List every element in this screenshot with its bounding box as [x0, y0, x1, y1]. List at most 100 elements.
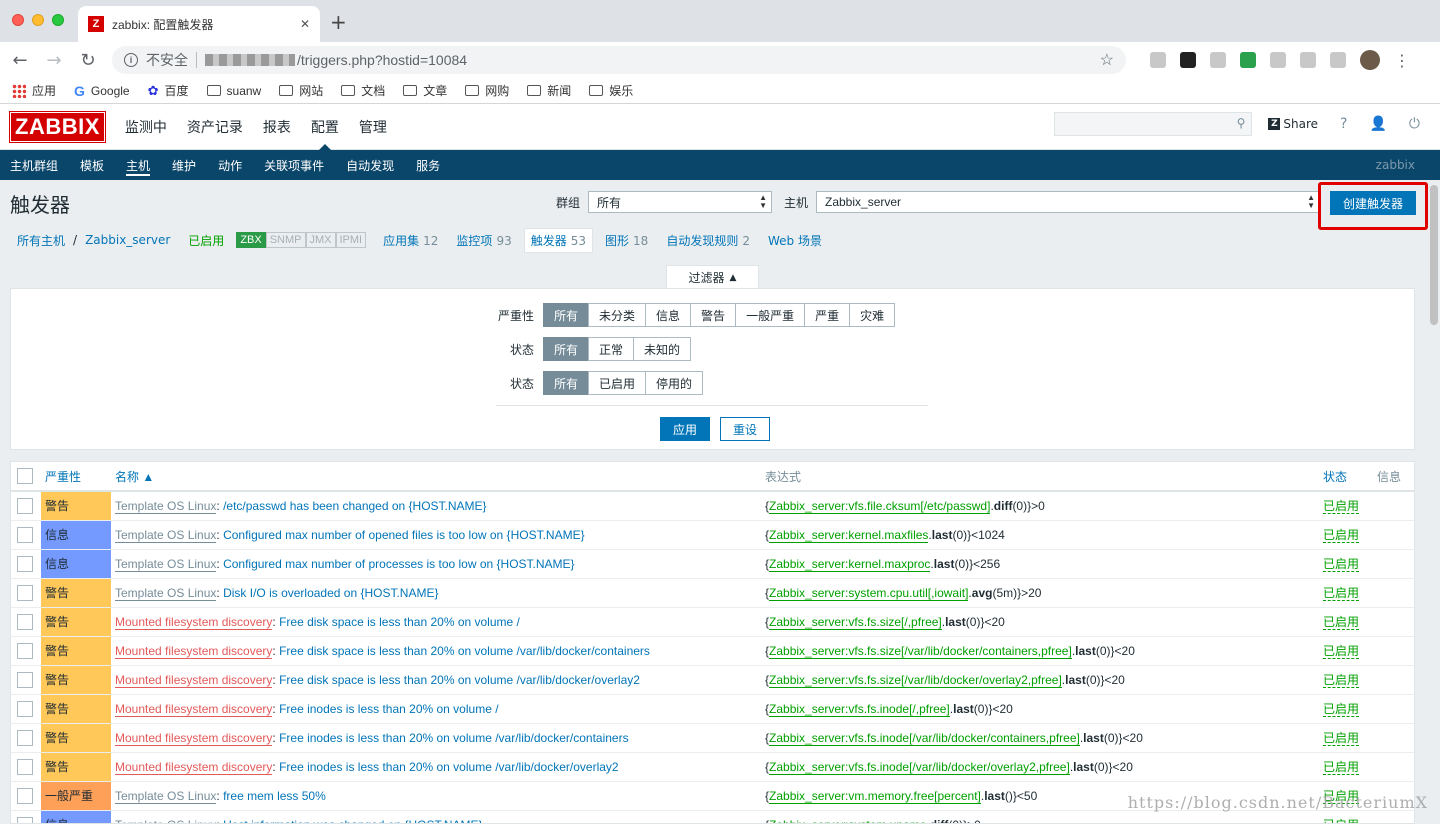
hostnav-items[interactable]: 监控项 93	[456, 232, 511, 249]
status-toggle[interactable]: 已启用	[1323, 760, 1360, 775]
bookmark-folder[interactable]: 娱乐	[589, 82, 633, 99]
trigger-name-link[interactable]: Free disk space is less than 20% on volu…	[279, 673, 640, 687]
item-key-link[interactable]: Zabbix_server:vfs.fs.size[/,pfree]	[769, 614, 942, 630]
search-icon[interactable]: ⚲	[1237, 116, 1246, 130]
menu-monitoring[interactable]: 监测中	[115, 104, 177, 150]
create-trigger-button[interactable]: 创建触发器	[1329, 191, 1416, 215]
hostnav-graphs[interactable]: 图形 18	[605, 232, 648, 249]
all-hosts-link[interactable]: 所有主机	[17, 232, 65, 249]
apply-button[interactable]: 应用	[660, 417, 711, 441]
row-checkbox[interactable]	[17, 700, 33, 717]
row-checkbox[interactable]	[17, 526, 33, 543]
template-link[interactable]: Template OS Linux	[115, 817, 217, 823]
zabbix-logo[interactable]: ZABBIX	[9, 110, 106, 143]
browser-tab[interactable]: Z zabbix: 配置触发器 ✕	[78, 6, 320, 42]
trigger-name-link[interactable]: /etc/passwd has been changed on {HOST.NA…	[223, 499, 487, 513]
col-name[interactable]: 名称 ▲	[111, 462, 761, 492]
share-link[interactable]: Z Share	[1268, 117, 1318, 131]
bookmark-folder[interactable]: 网站	[279, 82, 323, 99]
bookmark-baidu[interactable]: ✿ 百度	[148, 82, 189, 99]
submenu-hostgroups[interactable]: 主机群组	[10, 150, 58, 180]
status-toggle[interactable]: 已启用	[1323, 731, 1360, 746]
browser-menu-icon[interactable]: ⋮	[1394, 51, 1410, 70]
extension-1-icon[interactable]	[1150, 52, 1166, 68]
group-select[interactable]: 所有 ▲ ▼	[587, 191, 772, 213]
trigger-name-link[interactable]: Free disk space is less than 20% on volu…	[279, 644, 650, 658]
item-key-link[interactable]: Zabbix_server:kernel.maxproc	[769, 556, 931, 572]
user-icon[interactable]: 👤	[1369, 116, 1386, 132]
extension-2-icon[interactable]	[1180, 52, 1196, 68]
trigger-name-link[interactable]: Free inodes is less than 20% on volume /…	[279, 731, 629, 745]
status-toggle[interactable]: 已启用	[1323, 586, 1360, 601]
item-key-link[interactable]: Zabbix_server:vfs.fs.inode[/var/lib/dock…	[769, 759, 1070, 775]
page-scrollbar[interactable]	[1430, 185, 1438, 325]
bookmark-apps[interactable]: 应用	[12, 82, 56, 99]
host-link[interactable]: Zabbix_server	[85, 233, 170, 247]
severity-warning[interactable]: 警告	[690, 303, 737, 327]
template-link[interactable]: Template OS Linux	[115, 788, 217, 804]
template-link[interactable]: Mounted filesystem discovery	[115, 730, 273, 746]
trigger-name-link[interactable]: Configured max number of processes is to…	[223, 557, 575, 571]
template-link[interactable]: Template OS Linux	[115, 527, 217, 543]
item-key-link[interactable]: Zabbix_server:vfs.fs.inode[/,pfree]	[769, 701, 950, 717]
bookmark-star-icon[interactable]: ☆	[1100, 50, 1114, 70]
extension-6-icon[interactable]	[1300, 52, 1316, 68]
host-status[interactable]: 已启用	[188, 232, 224, 249]
hostnav-applications[interactable]: 应用集 12	[383, 232, 438, 249]
status-toggle[interactable]: 已启用	[1323, 557, 1360, 572]
col-severity[interactable]: 严重性	[41, 462, 111, 492]
item-key-link[interactable]: Zabbix_server:vfs.file.cksum[/etc/passwd…	[769, 498, 991, 514]
row-checkbox[interactable]	[17, 787, 33, 804]
trigger-name-link[interactable]: Host information was changed on {HOST.NA…	[223, 818, 482, 824]
col-status[interactable]: 状态	[1319, 462, 1373, 492]
bookmark-folder[interactable]: 文档	[341, 82, 385, 99]
extension-3-icon[interactable]	[1210, 52, 1226, 68]
template-link[interactable]: Template OS Linux	[115, 556, 217, 572]
extension-5-icon[interactable]	[1270, 52, 1286, 68]
severity-not-classified[interactable]: 未分类	[588, 303, 647, 327]
status-toggle[interactable]: 已启用	[1323, 673, 1360, 688]
row-checkbox[interactable]	[17, 816, 33, 823]
submenu-hosts[interactable]: 主机	[126, 150, 151, 180]
severity-disaster[interactable]: 灾难	[849, 303, 896, 327]
back-icon[interactable]: ←	[10, 50, 30, 71]
item-key-link[interactable]: Zabbix_server:vfs.fs.size[/var/lib/docke…	[769, 672, 1062, 688]
state-unknown[interactable]: 未知的	[633, 337, 692, 361]
submenu-discovery[interactable]: 自动发现	[346, 150, 394, 180]
host-select[interactable]: Zabbix_server ▲ ▼	[816, 191, 1320, 213]
row-checkbox[interactable]	[17, 584, 33, 601]
template-link[interactable]: Template OS Linux	[115, 498, 217, 514]
severity-average[interactable]: 一般严重	[735, 303, 806, 327]
extension-shield-icon[interactable]	[1240, 52, 1256, 68]
template-link[interactable]: Template OS Linux	[115, 585, 217, 601]
menu-inventory[interactable]: 资产记录	[177, 104, 253, 150]
close-window-button[interactable]	[12, 14, 24, 26]
profile-avatar[interactable]	[1360, 50, 1380, 70]
submenu-maintenance[interactable]: 维护	[172, 150, 196, 180]
address-bar[interactable]: i 不安全 /triggers.php?hostid=10084 ☆	[112, 46, 1126, 74]
template-link[interactable]: Mounted filesystem discovery	[115, 614, 273, 630]
maximize-window-button[interactable]	[52, 14, 64, 26]
submenu-correlation[interactable]: 关联项事件	[264, 150, 324, 180]
info-icon[interactable]: i	[124, 53, 138, 67]
filter-tab[interactable]: 过滤器 ▲	[666, 265, 759, 289]
tab-close-icon[interactable]: ✕	[300, 17, 310, 31]
hostnav-discovery-rules[interactable]: 自动发现规则 2	[666, 232, 750, 249]
bookmark-folder[interactable]: 新闻	[527, 82, 571, 99]
template-link[interactable]: Mounted filesystem discovery	[115, 672, 273, 688]
forward-icon[interactable]: →	[44, 50, 64, 71]
status-toggle[interactable]: 已启用	[1323, 615, 1360, 630]
select-all-checkbox[interactable]	[17, 468, 33, 484]
status-enabled[interactable]: 已启用	[588, 371, 647, 395]
severity-information[interactable]: 信息	[645, 303, 692, 327]
trigger-name-link[interactable]: Free inodes is less than 20% on volume /…	[279, 760, 619, 774]
trigger-name-link[interactable]: Disk I/O is overloaded on {HOST.NAME}	[223, 586, 438, 600]
status-disabled[interactable]: 停用的	[645, 371, 704, 395]
status-all[interactable]: 所有	[543, 371, 590, 395]
item-key-link[interactable]: Zabbix_server:kernel.maxfiles	[769, 527, 929, 543]
row-checkbox[interactable]	[17, 671, 33, 688]
global-search-input[interactable]: ⚲	[1054, 112, 1253, 136]
trigger-name-link[interactable]: Free inodes is less than 20% on volume /	[279, 702, 498, 716]
item-key-link[interactable]: Zabbix_server:vfs.fs.inode[/var/lib/dock…	[769, 730, 1080, 746]
item-key-link[interactable]: Zabbix_server:vm.memory.free[percent]	[769, 788, 981, 804]
